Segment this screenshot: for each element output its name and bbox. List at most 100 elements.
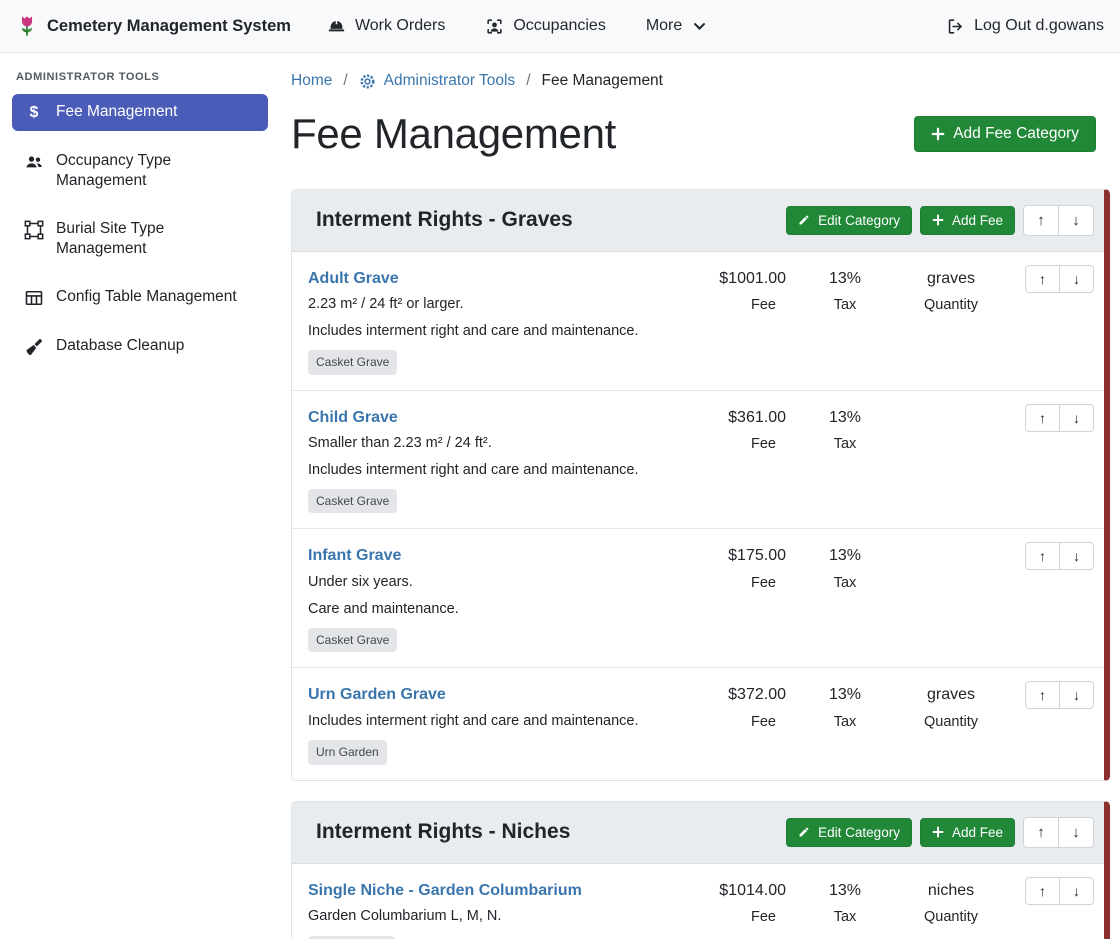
edit-category-label: Edit Category [818,825,900,840]
add-fee-button[interactable]: Add Fee [920,818,1015,847]
app: Cemetery Management System Work Orders [0,0,1120,939]
sidebar-item-database-cleanup[interactable]: Database Cleanup [12,328,268,365]
category-reorder-buttons: ↑ ↓ [1023,817,1094,848]
category-card-niches: Interment Rights - Niches Edit Category [291,801,1110,939]
sidebar-item-label: Config Table Management [56,287,237,307]
chevron-down-icon [693,20,706,33]
fee-amount-label: Fee [704,713,786,733]
add-fee-category-label: Add Fee Category [953,125,1079,143]
fee-details: Adult Grave 2.23 m² / 24 ft² or larger. … [308,265,688,375]
sidebar: Administrator Tools $ Fee Management Occ… [0,53,280,939]
breadcrumb: Home / Administrator Tools / Fee Managem… [291,71,1110,92]
fee-quantity-column: niches Quantity [896,877,1006,928]
fee-type-badge: Casket Grave [308,350,397,374]
fee-amount-label: Fee [704,908,786,928]
fee-name-link[interactable]: Infant Grave [308,545,401,567]
arrow-down-icon: ↓ [1072,824,1080,841]
breadcrumb-home-link[interactable]: Home [291,71,332,92]
logout-button[interactable]: Log Out d.gowans [946,15,1104,37]
fee-reorder-buttons: ↑ ↓ [1025,681,1094,709]
arrow-up-icon: ↑ [1039,271,1046,287]
fee-amount-column: $175.00 Fee [704,542,794,593]
fee-row: Single Niche - Garden Columbarium Garden… [292,864,1104,939]
fee-amount-column: $361.00 Fee [704,404,794,455]
breadcrumb-admin-tools-link[interactable]: Administrator Tools [359,71,516,92]
sidebar-item-label: Database Cleanup [56,336,184,356]
fee-tax-column: 13% Tax [810,542,880,593]
occupant-box-icon [485,17,504,36]
fee-tax-column: 13% Tax [810,681,880,732]
fee-tax-column: 13% Tax [810,404,880,455]
sidebar-item-burial-site-type[interactable]: Burial Site Type Management [12,211,268,267]
category-header: Interment Rights - Niches Edit Category [292,802,1104,864]
fee-description: Care and maintenance. [308,600,688,620]
fee-move-up-button[interactable]: ↑ [1025,681,1060,709]
app-title: Cemetery Management System [47,15,291,37]
sidebar-item-label: Occupancy Type Management [56,151,256,191]
category-actions: Edit Category Add Fee ↑ ↓ [786,205,1094,236]
breadcrumb-separator: / [343,71,347,92]
sidebar-item-fee-management[interactable]: $ Fee Management [12,94,268,131]
fee-move-down-button[interactable]: ↓ [1059,542,1094,570]
nav-occupancies[interactable]: Occupancies [485,15,606,37]
category-title: Interment Rights - Graves [316,206,573,234]
fee-tax-label: Tax [810,908,880,928]
fee-name-link[interactable]: Child Grave [308,407,398,429]
add-fee-label: Add Fee [952,825,1003,840]
category-move-down-button[interactable]: ↓ [1058,817,1094,848]
main-content: Home / Administrator Tools / Fee Managem… [280,53,1120,939]
fee-move-down-button[interactable]: ↓ [1059,877,1094,905]
fee-details: Child Grave Smaller than 2.23 m² / 24 ft… [308,404,688,514]
edit-category-button[interactable]: Edit Category [786,206,912,235]
category-move-up-button[interactable]: ↑ [1023,817,1059,848]
fee-tax-label: Tax [810,435,880,455]
add-fee-button[interactable]: Add Fee [920,206,1015,235]
fee-move-down-button[interactable]: ↓ [1059,681,1094,709]
plus-icon [932,214,944,226]
dollar-icon: $ [24,103,44,123]
nav-more[interactable]: More [646,15,706,37]
hard-hat-icon [327,17,346,36]
plus-icon [932,826,944,838]
fee-description: Includes interment right and care and ma… [308,712,688,732]
breadcrumb-admin-tools-label: Administrator Tools [384,71,516,92]
fee-move-up-button[interactable]: ↑ [1025,877,1060,905]
category-card-graves: Interment Rights - Graves Edit Category [291,189,1110,781]
fee-details: Single Niche - Garden Columbarium Garden… [308,877,688,939]
arrow-up-icon: ↑ [1039,883,1046,899]
fee-move-up-button[interactable]: ↑ [1025,265,1060,293]
table-icon [24,288,44,308]
nav-work-orders[interactable]: Work Orders [327,15,445,37]
sidebar-item-config-table[interactable]: Config Table Management [12,279,268,316]
fee-name-link[interactable]: Urn Garden Grave [308,684,446,706]
fee-move-down-button[interactable]: ↓ [1059,265,1094,293]
fee-quantity-column: graves Quantity [896,681,1006,732]
fee-amount: $361.00 [704,407,786,429]
arrow-down-icon: ↓ [1073,548,1080,564]
fee-description: Includes interment right and care and ma… [308,461,688,481]
fee-name-link[interactable]: Adult Grave [308,268,399,290]
fee-type-badge: Casket Grave [308,628,397,652]
arrow-up-icon: ↑ [1039,410,1046,426]
edit-category-button[interactable]: Edit Category [786,818,912,847]
fee-tax-label: Tax [810,296,880,316]
sidebar-item-label: Fee Management [56,102,178,122]
fee-move-up-button[interactable]: ↑ [1025,404,1060,432]
fee-reorder-buttons: ↑ ↓ [1025,265,1094,293]
fee-reorder-buttons: ↑ ↓ [1025,404,1094,432]
fee-name-link[interactable]: Single Niche - Garden Columbarium [308,880,582,902]
category-move-down-button[interactable]: ↓ [1058,205,1094,236]
sidebar-heading: Administrator Tools [0,63,280,94]
fee-move-down-button[interactable]: ↓ [1059,404,1094,432]
edit-category-label: Edit Category [818,213,900,228]
arrow-up-icon: ↑ [1037,212,1045,229]
fee-type-badge: Casket Grave [308,489,397,513]
fee-tax-label: Tax [810,713,880,733]
add-fee-category-button[interactable]: Add Fee Category [914,116,1096,152]
app-brand[interactable]: Cemetery Management System [16,14,291,38]
tulip-logo-icon [16,14,38,38]
fee-tax-label: Tax [810,574,880,594]
sidebar-item-occupancy-type[interactable]: Occupancy Type Management [12,143,268,199]
fee-move-up-button[interactable]: ↑ [1025,542,1060,570]
category-move-up-button[interactable]: ↑ [1023,205,1059,236]
